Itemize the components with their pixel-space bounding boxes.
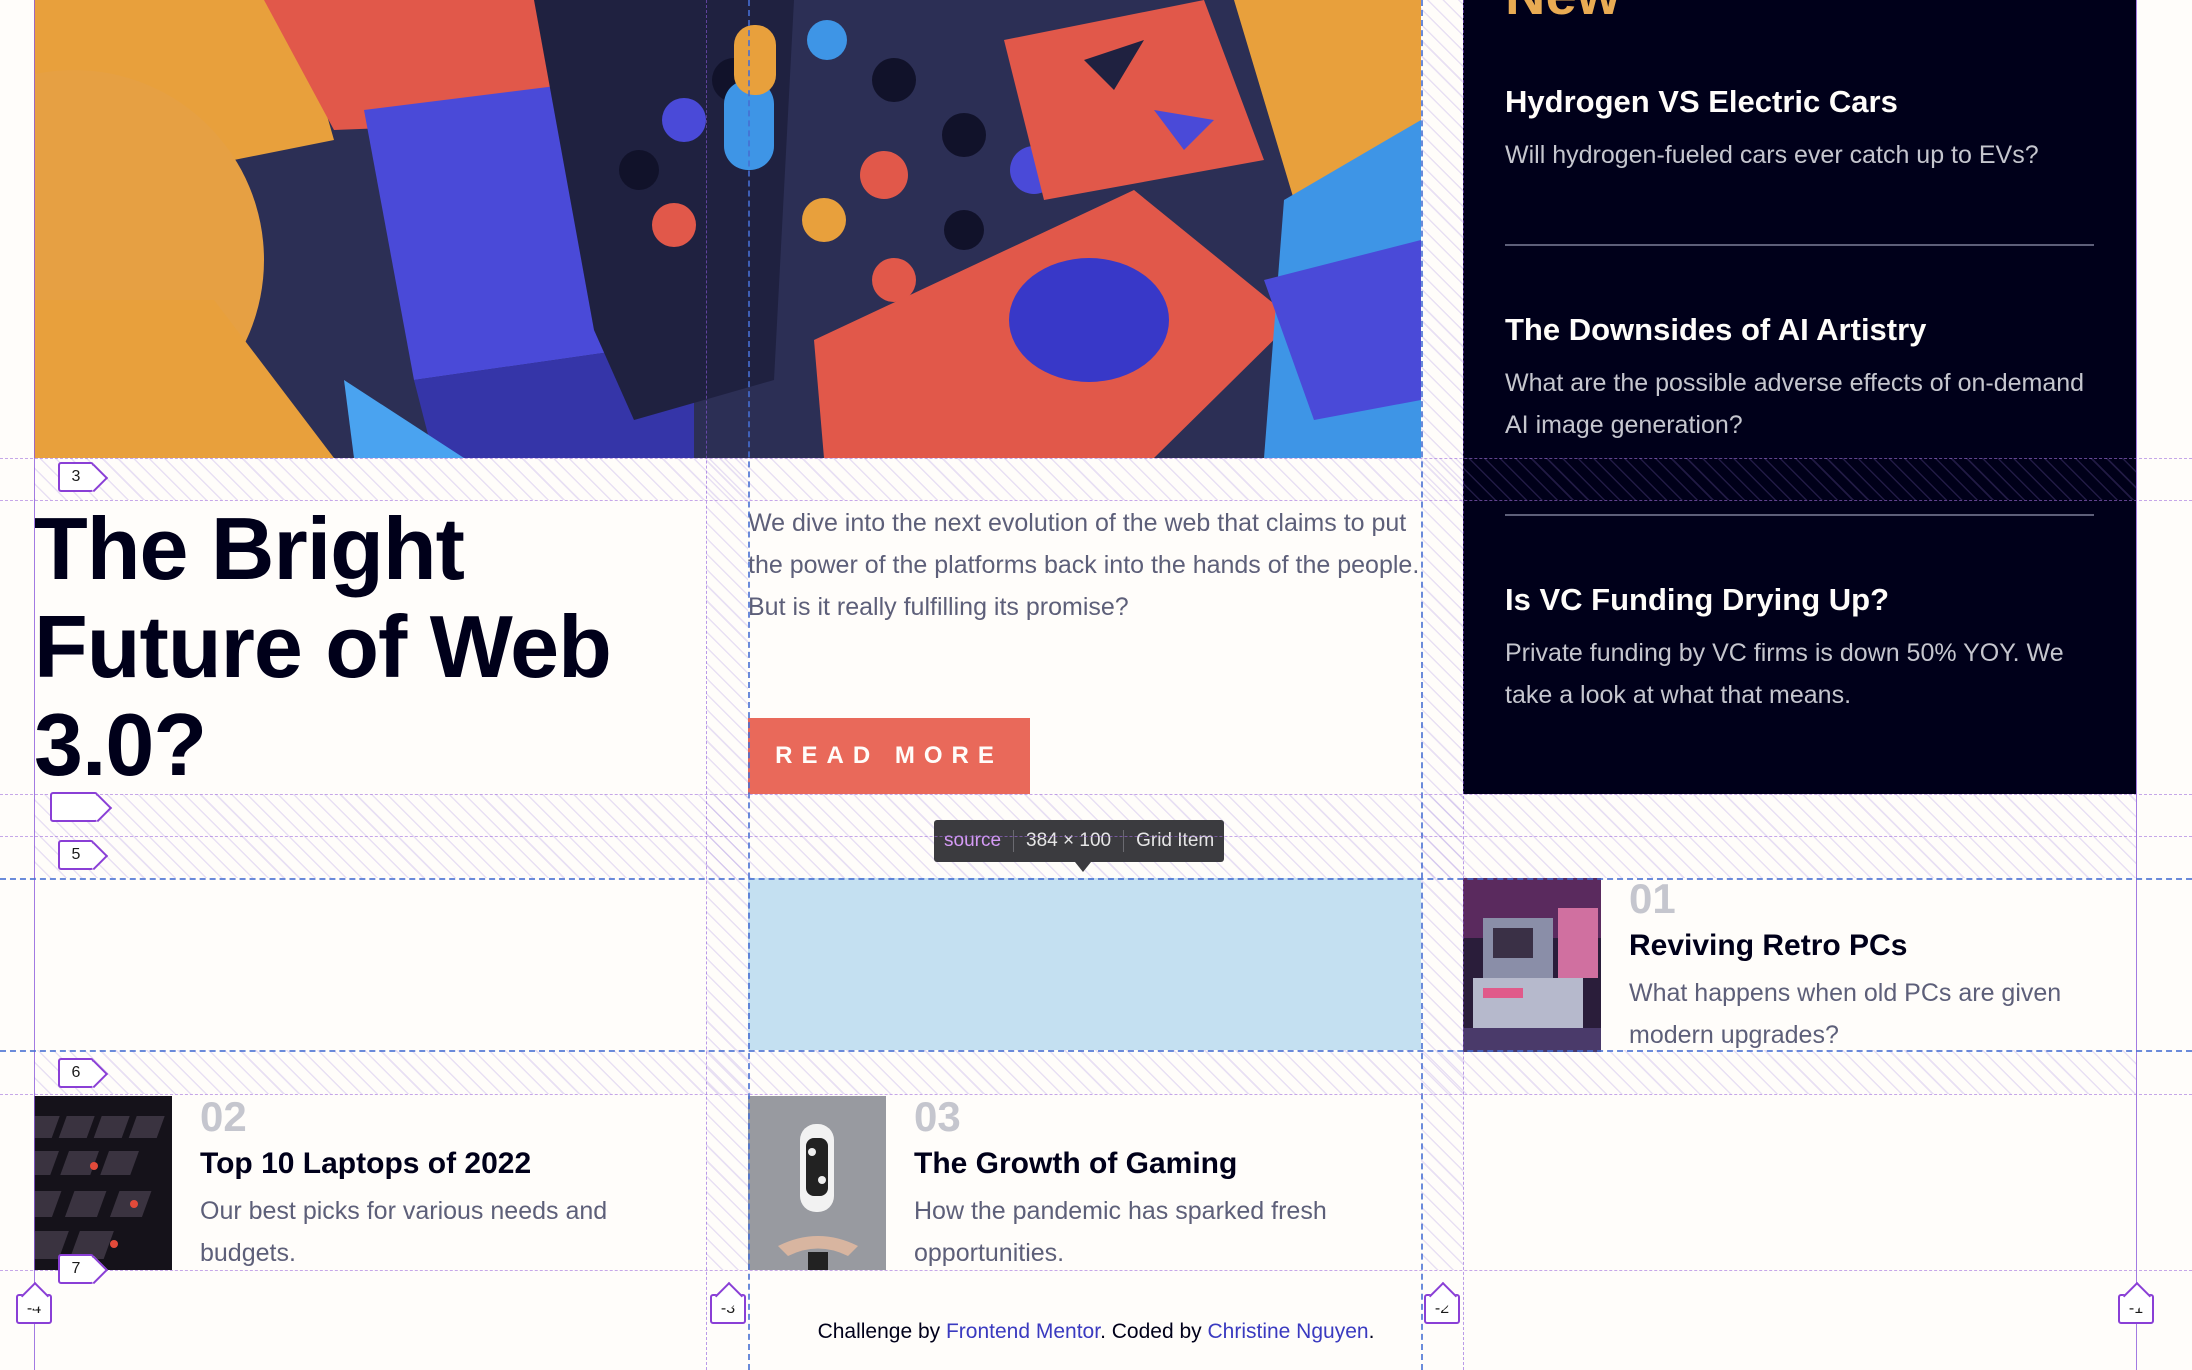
tooltip-separator bbox=[1123, 830, 1125, 852]
footer-middle: . Coded by bbox=[1100, 1320, 1208, 1343]
article-title[interactable]: The Growth of Gaming bbox=[914, 1146, 1414, 1182]
grid-row-badge-6: 6 bbox=[58, 1058, 94, 1088]
tooltip-arrow bbox=[1075, 862, 1091, 872]
new-panel-title: New bbox=[1505, 0, 1620, 27]
grid-line-row-5 bbox=[0, 836, 2192, 837]
grid-row-badge-7: 7 bbox=[58, 1254, 94, 1284]
grid-gap-row-6 bbox=[34, 1050, 2136, 1094]
grid-gap-col-3 bbox=[1421, 0, 1463, 1270]
footer-suffix: . bbox=[1368, 1320, 1375, 1343]
grid-line-row-4 bbox=[0, 794, 2192, 795]
read-more-button[interactable]: READ MORE bbox=[748, 718, 1030, 794]
grid-item-tooltip: source 384 × 100 Grid Item bbox=[934, 820, 1225, 862]
grid-line-row-6-start bbox=[0, 1050, 2192, 1052]
article-desc: How the pandemic has sparked fresh oppor… bbox=[914, 1197, 1327, 1267]
divider bbox=[1505, 244, 2094, 246]
new-item-vc-funding[interactable]: Is VC Funding Drying Up? Private funding… bbox=[1505, 582, 2095, 716]
page-title: The Bright Future of Web 3.0? bbox=[34, 499, 612, 794]
footer-attribution: Challenge by Frontend Mentor. Coded by C… bbox=[0, 1320, 2192, 1344]
new-item-title[interactable]: Is VC Funding Drying Up? bbox=[1505, 582, 2095, 618]
article-thumbnail-laptops[interactable] bbox=[34, 1096, 172, 1270]
tooltip-tag: source bbox=[944, 830, 1002, 851]
grid-line-row-3-start bbox=[0, 458, 2192, 459]
hero-image bbox=[34, 0, 1421, 458]
article-title[interactable]: Reviving Retro PCs bbox=[1629, 928, 2129, 964]
article-title[interactable]: Top 10 Laptops of 2022 bbox=[200, 1146, 700, 1182]
article-card-03: 03 The Growth of Gaming How the pandemic… bbox=[914, 1096, 1414, 1274]
grid-line-col-4 bbox=[2136, 0, 2137, 1370]
tooltip-separator bbox=[1013, 830, 1015, 852]
new-item-hydrogen[interactable]: Hydrogen VS Electric Cars Will hydrogen-… bbox=[1505, 84, 2095, 176]
article-thumbnail-retro-pcs[interactable] bbox=[1463, 878, 1601, 1052]
new-item-ai-artistry[interactable]: The Downsides of AI Artistry What are th… bbox=[1505, 312, 2095, 446]
grid-line-col-2-end bbox=[748, 0, 750, 1370]
selected-grid-item-highlight bbox=[748, 878, 1421, 1050]
article-desc: Our best picks for various needs and bud… bbox=[200, 1197, 608, 1267]
grid-line-row-3-end bbox=[0, 500, 2192, 501]
article-desc: What happens when old PCs are given mode… bbox=[1629, 979, 2062, 1049]
new-articles-panel: New Hydrogen VS Electric Cars Will hydro… bbox=[1463, 0, 2136, 794]
new-item-title[interactable]: The Downsides of AI Artistry bbox=[1505, 312, 2095, 348]
article-number: 02 bbox=[200, 1093, 247, 1140]
new-item-title[interactable]: Hydrogen VS Electric Cars bbox=[1505, 84, 2095, 120]
grid-line-row-6-end bbox=[0, 1094, 2192, 1095]
grid-line-col-1 bbox=[34, 0, 35, 1370]
grid-line-col-3-start bbox=[1421, 0, 1423, 1370]
grid-row-badge-empty bbox=[50, 792, 98, 822]
article-number: 01 bbox=[1629, 875, 1676, 922]
tooltip-type: Grid Item bbox=[1136, 830, 1215, 851]
frontend-mentor-link[interactable]: Frontend Mentor bbox=[946, 1320, 1100, 1343]
grid-line-col-3-end bbox=[1463, 0, 1464, 1370]
tooltip-dimensions: 384 × 100 bbox=[1026, 830, 1112, 851]
article-thumbnail-gaming[interactable] bbox=[748, 1096, 886, 1270]
new-item-desc: What are the possible adverse effects of… bbox=[1505, 369, 2085, 439]
footer-prefix: Challenge by bbox=[817, 1320, 946, 1343]
divider bbox=[1505, 514, 2094, 516]
article-card-02: 02 Top 10 Laptops of 2022 Our best picks… bbox=[200, 1096, 700, 1274]
author-link[interactable]: Christine Nguyen bbox=[1207, 1320, 1368, 1343]
grid-row-badge-5: 5 bbox=[58, 840, 94, 870]
grid-line-col-2-start bbox=[706, 0, 707, 1370]
grid-line-row-5-end bbox=[0, 878, 2192, 880]
article-card-01: 01 Reviving Retro PCs What happens when … bbox=[1629, 878, 2129, 1056]
new-item-desc: Will hydrogen-fueled cars ever catch up … bbox=[1505, 141, 2039, 169]
article-number: 03 bbox=[914, 1093, 961, 1140]
new-item-desc: Private funding by VC firms is down 50% … bbox=[1505, 639, 2064, 709]
panel-gap-overlay bbox=[1463, 458, 2136, 500]
grid-line-row-7 bbox=[0, 1270, 2192, 1271]
intro-text: We dive into the next evolution of the w… bbox=[748, 509, 1420, 621]
grid-row-badge-3: 3 bbox=[58, 462, 94, 492]
